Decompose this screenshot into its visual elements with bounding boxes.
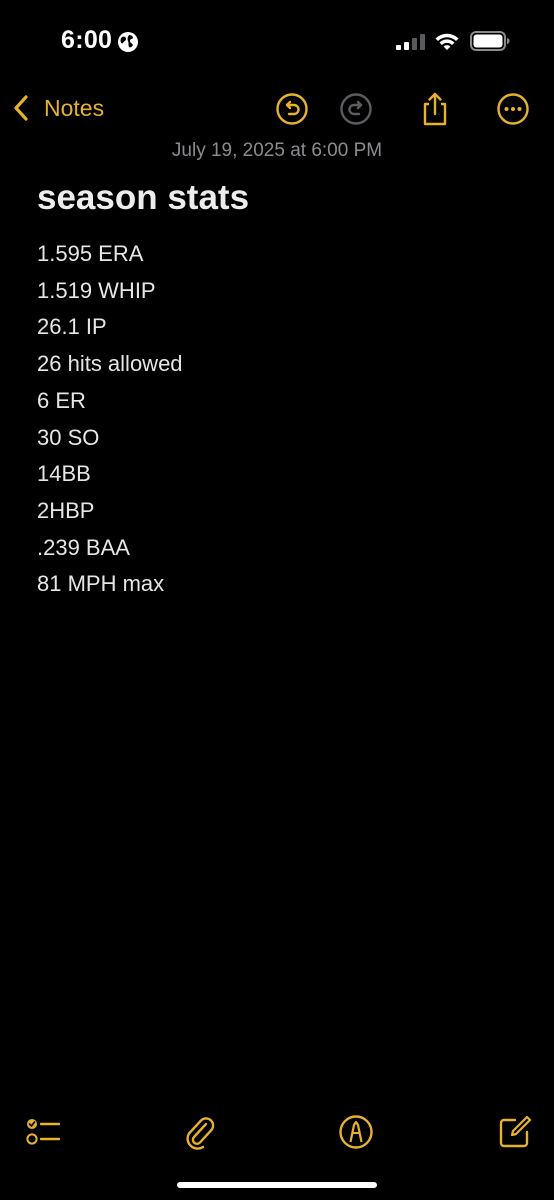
checklist-icon[interactable] [25, 1114, 61, 1150]
redo-icon[interactable] [339, 92, 373, 126]
more-icon[interactable] [496, 92, 530, 126]
back-button[interactable]: Notes [12, 92, 104, 124]
compose-icon[interactable] [497, 1114, 533, 1150]
note-body[interactable]: 1.595 ERA 1.519 WHIP 26.1 IP 26 hits all… [37, 236, 183, 603]
note-line[interactable]: 30 SO [37, 420, 183, 457]
note-line[interactable]: 81 MPH max [37, 566, 183, 603]
cellular-signal-icon [396, 34, 425, 50]
note-line[interactable]: 26.1 IP [37, 309, 183, 346]
note-line[interactable]: .239 BAA [37, 530, 183, 567]
chevron-left-icon [14, 95, 28, 121]
back-button-label: Notes [44, 94, 105, 121]
note-date: July 19, 2025 at 6:00 PM [171, 140, 383, 161]
note-line[interactable]: 1.519 WHIP [37, 273, 183, 310]
markup-icon[interactable] [338, 1114, 374, 1150]
undo-icon[interactable] [275, 92, 309, 126]
paperclip-icon[interactable] [182, 1114, 218, 1150]
status-time: 6:00 [61, 26, 113, 54]
note-title[interactable]: season stats [37, 178, 249, 218]
status-bar: 6:00 [0, 0, 554, 80]
home-indicator[interactable] [177, 1182, 377, 1188]
note-line[interactable]: 2HBP [37, 493, 183, 530]
navigation-bar: Notes [0, 80, 554, 136]
globe-icon [118, 32, 138, 52]
note-line[interactable]: 14BB [37, 456, 183, 493]
note-line[interactable]: 26 hits allowed [37, 346, 183, 383]
wifi-icon [435, 33, 459, 50]
note-line[interactable]: 6 ER [37, 383, 183, 420]
battery-icon [470, 31, 510, 51]
share-icon[interactable] [418, 92, 452, 126]
bottom-toolbar [0, 1090, 554, 1200]
note-line[interactable]: 1.595 ERA [37, 236, 183, 273]
